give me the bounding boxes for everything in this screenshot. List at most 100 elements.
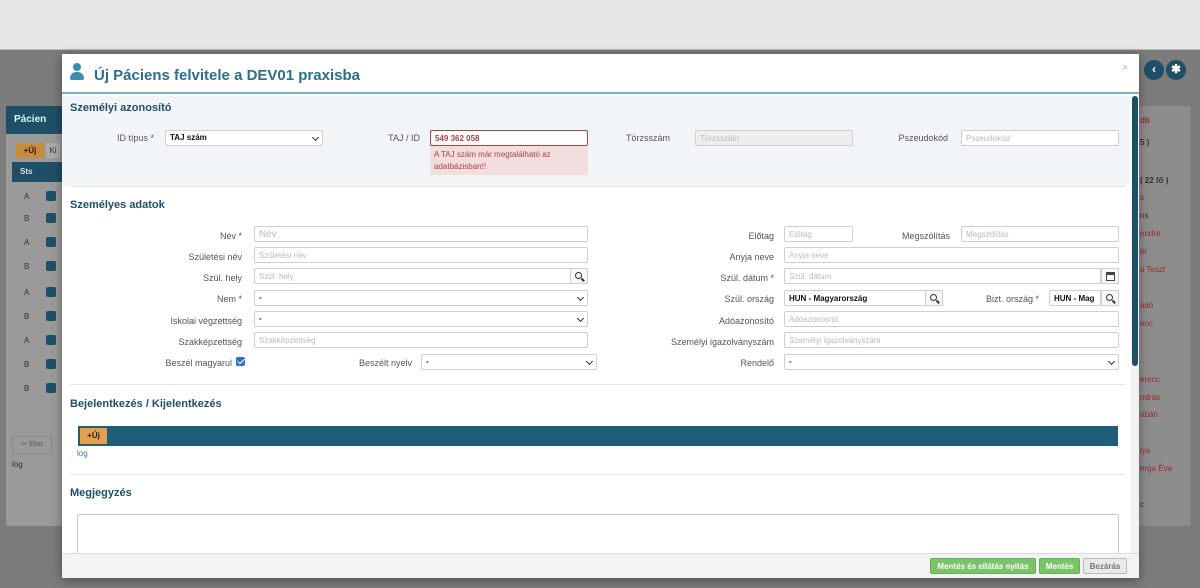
salutation-label: Megszólítás: [901, 231, 950, 241]
modal-scrollbar[interactable]: [1131, 96, 1139, 556]
mother-name-input[interactable]: [784, 247, 1119, 263]
birth-country-search-button[interactable]: [925, 290, 943, 306]
birth-date-picker-button[interactable]: [1101, 268, 1119, 284]
identity-section-title: Személyi azonosító: [70, 102, 172, 114]
modal-footer: Mentés és ellátás nyitás Mentés Bezárás: [62, 553, 1139, 578]
prefix-label: Előtag: [748, 231, 774, 241]
birth-country-label: Szül. ország: [724, 294, 774, 304]
folder-icon: [46, 311, 56, 321]
insurance-country-input[interactable]: [1049, 290, 1101, 306]
chevron-down-icon: [576, 314, 585, 323]
table-row[interactable]: A: [12, 282, 62, 304]
scrollbar-thumb[interactable]: [1132, 96, 1138, 366]
mother-name-label: Anyja neve: [729, 252, 774, 262]
table-row[interactable]: B: [12, 354, 62, 376]
folder-icon: [46, 383, 56, 393]
login-log-link[interactable]: log: [77, 449, 88, 458]
prefix-input[interactable]: [784, 226, 853, 242]
sex-label: Nem *: [216, 294, 242, 304]
chevron-down-icon: [311, 133, 320, 142]
birth-name-label: Születési név: [188, 252, 242, 262]
insurance-country-label: Bizt. ország *: [985, 294, 1039, 304]
close-icon[interactable]: ×: [1122, 62, 1128, 74]
search-icon: [1106, 294, 1113, 301]
table-row[interactable]: B: [12, 378, 62, 400]
birth-place-search-button[interactable]: [570, 268, 588, 284]
save-button[interactable]: Mentés: [1039, 558, 1080, 574]
birth-date-label: Szül. dátum *: [720, 273, 774, 283]
login-new-button[interactable]: +Új: [80, 428, 107, 444]
settings-icon[interactable]: ✱: [1166, 60, 1186, 80]
folder-icon: [46, 191, 56, 201]
name-label: Név *: [219, 231, 242, 241]
table-row[interactable]: A: [12, 186, 62, 208]
clinic-select[interactable]: -: [784, 354, 1119, 370]
table-row[interactable]: B: [12, 256, 62, 278]
chevron-down-icon: [585, 357, 594, 366]
table-row[interactable]: B: [12, 208, 62, 230]
id-type-select[interactable]: TAJ szám: [165, 130, 323, 146]
tax-id-label: Adóazonosító: [718, 316, 774, 326]
table-row[interactable]: A: [12, 232, 62, 254]
bg-new-button[interactable]: +Új: [16, 143, 44, 158]
torzsszam-input: [695, 130, 853, 146]
speaks-hungarian-label: Beszél magyarul: [165, 358, 232, 368]
modal-header: Új Páciens felvitele a DEV01 praxisba ×: [62, 54, 1139, 94]
birth-name-input[interactable]: [254, 247, 588, 263]
id-card-label: Személyi igazolványszám: [670, 337, 774, 347]
search-icon: [575, 272, 582, 279]
torzsszam-label: Törzsszám: [625, 133, 670, 143]
folder-icon: [46, 261, 56, 271]
sts-column-header: Sts: [12, 162, 62, 182]
education-select[interactable]: -: [254, 311, 588, 327]
spoken-language-label: Beszélt nyelv: [358, 358, 412, 368]
folder-icon: [46, 237, 56, 247]
filter-button[interactable]: ✂ Elso: [12, 436, 52, 454]
tax-id-input[interactable]: [784, 311, 1119, 327]
search-icon: [930, 294, 937, 301]
divider: [70, 474, 1125, 475]
folder-icon: [46, 287, 56, 297]
back-icon[interactable]: ‹: [1144, 60, 1164, 80]
birth-date-input[interactable]: [784, 268, 1101, 284]
pseudo-label: Pszeudokód: [898, 133, 948, 143]
login-section-title: Bejelentkezés / Kijelentkezés: [70, 398, 222, 410]
birth-place-input[interactable]: [254, 268, 571, 284]
taj-label: TAJ / ID: [388, 133, 420, 143]
bg-second-button[interactable]: Ki: [46, 143, 60, 158]
insurance-country-search-button[interactable]: [1101, 290, 1119, 306]
divider: [70, 186, 1125, 187]
bg-log-link[interactable]: log: [12, 460, 23, 469]
note-section-title: Megjegyzés: [70, 487, 132, 499]
patient-list-title: Pácien: [6, 106, 62, 134]
folder-icon: [46, 359, 56, 369]
chevron-down-icon: [1107, 357, 1116, 366]
education-label: Iskolai végzettség: [170, 316, 242, 326]
id-card-input[interactable]: [784, 332, 1119, 348]
taj-error-message: A TAJ szám már megtalálható az adatbázis…: [430, 146, 588, 175]
name-input[interactable]: [254, 226, 588, 242]
right-panel: [1138, 106, 1190, 526]
new-patient-modal: Új Páciens felvitele a DEV01 praxisba × …: [62, 54, 1139, 578]
id-type-label: ID típus *: [116, 133, 154, 143]
qualification-label: Szakképzettség: [178, 337, 242, 347]
speaks-hungarian-checkbox[interactable]: [236, 357, 245, 366]
sex-select[interactable]: -: [254, 290, 588, 306]
close-button[interactable]: Bezárás: [1083, 558, 1127, 574]
personal-section-title: Személyes adatok: [70, 199, 165, 211]
save-and-open-button[interactable]: Mentés és ellátás nyitás: [930, 558, 1036, 574]
clinic-label: Rendelő: [740, 358, 774, 368]
qualification-input[interactable]: [254, 332, 588, 348]
salutation-input[interactable]: [961, 226, 1119, 242]
user-icon: [70, 63, 84, 81]
pseudo-input[interactable]: [961, 130, 1119, 146]
browser-top-bar: [0, 0, 1200, 50]
folder-icon: [46, 335, 56, 345]
spoken-language-select[interactable]: -: [421, 354, 597, 370]
taj-input[interactable]: [430, 130, 588, 146]
table-row[interactable]: B: [12, 306, 62, 328]
table-row[interactable]: A: [12, 330, 62, 352]
login-toolbar: [78, 426, 1118, 446]
birth-country-input[interactable]: [784, 290, 926, 306]
calendar-icon: [1106, 272, 1115, 281]
